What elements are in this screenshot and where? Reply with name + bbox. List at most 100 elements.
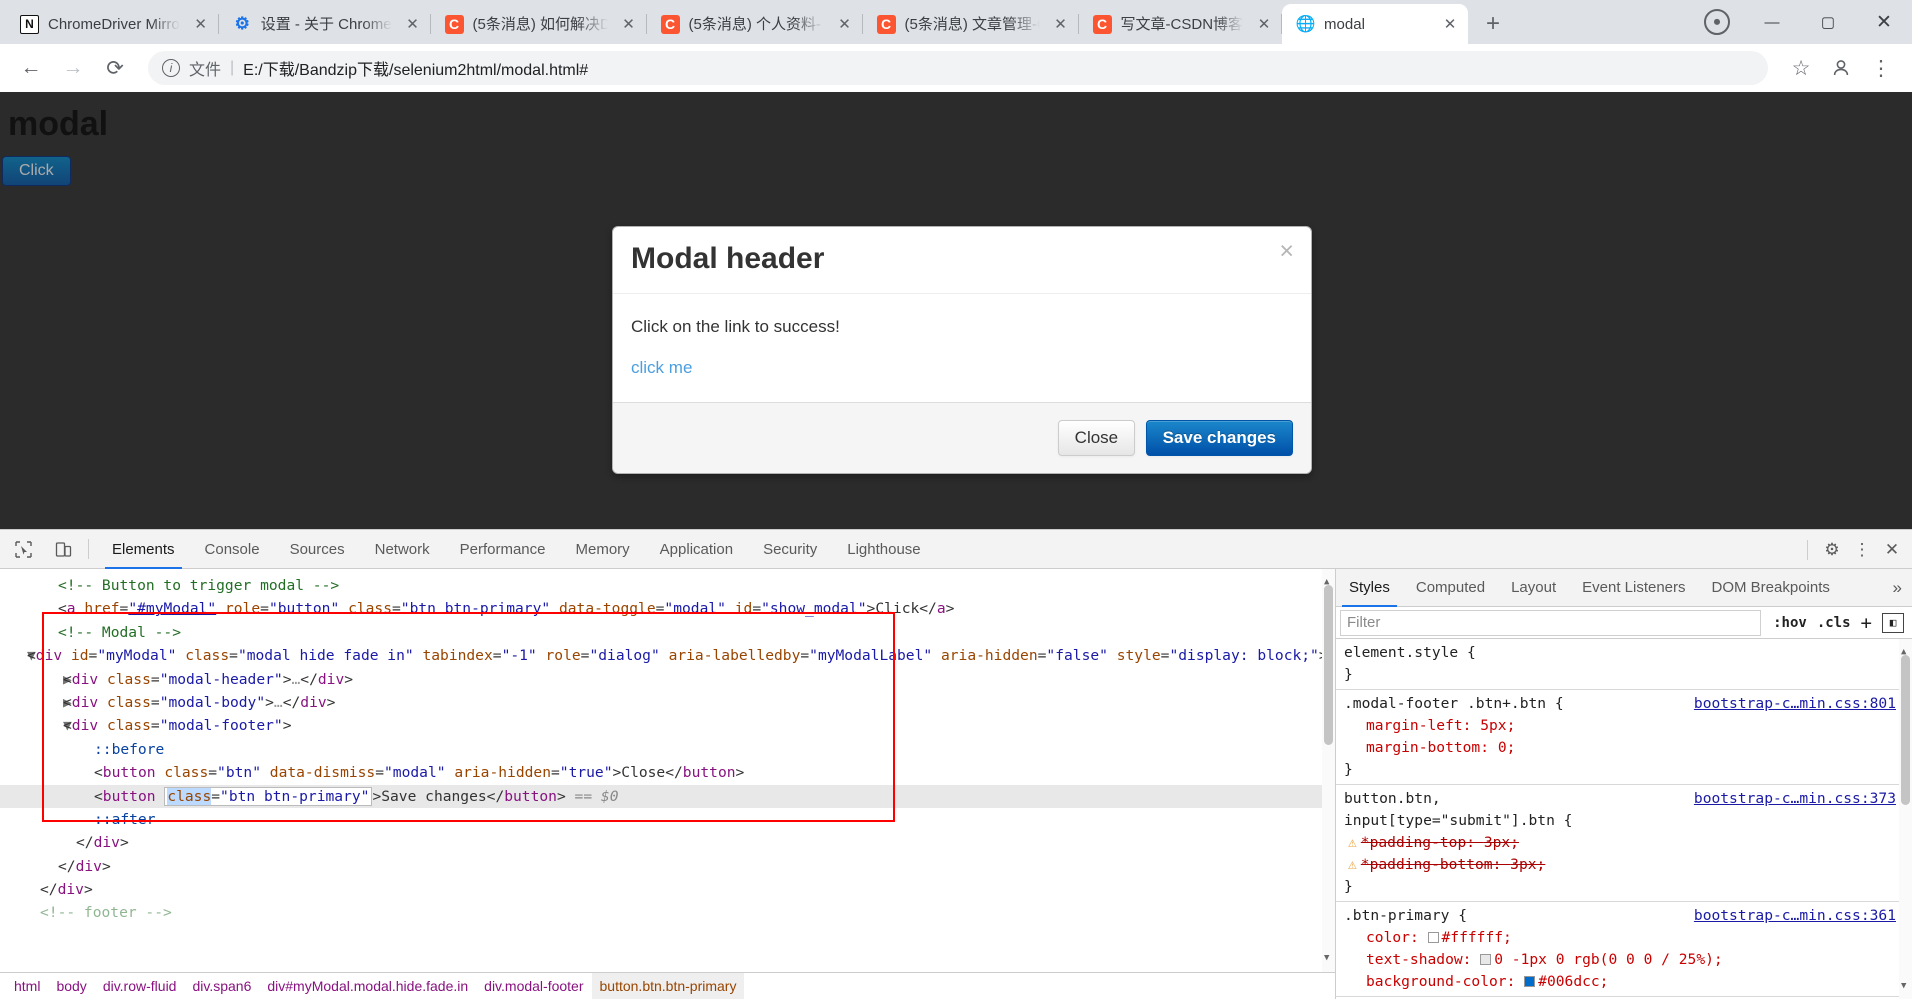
tab-styles[interactable]: Styles — [1336, 569, 1403, 607]
breadcrumb-item[interactable]: body — [48, 973, 94, 999]
style-declaration[interactable]: margin-left: 5px; — [1344, 715, 1912, 737]
tab-lighthouse[interactable]: Lighthouse — [832, 530, 935, 569]
save-changes-button[interactable]: Save changes — [1145, 420, 1293, 456]
click-me-link[interactable]: click me — [631, 358, 692, 378]
tab-dom-breakpoints[interactable]: DOM Breakpoints — [1699, 569, 1843, 607]
rule-source-link[interactable]: bootstrap-c…min.css:373 — [1694, 788, 1896, 810]
style-declaration[interactable]: margin-bottom: 0; — [1344, 737, 1912, 759]
prop-value[interactable]: 3px; — [1510, 856, 1545, 873]
dom-line[interactable]: ▼<div class="modal-footer"> — [0, 714, 1335, 737]
prop-name[interactable]: text-shadow — [1366, 951, 1463, 968]
dom-line-pseudo[interactable]: ::after — [0, 808, 1335, 831]
style-rule[interactable]: .btn-primary { bootstrap-c…min.css:361 c… — [1336, 902, 1912, 997]
forward-icon[interactable]: → — [54, 49, 92, 87]
style-declaration[interactable]: ⚠ *padding-top: 3px; — [1344, 832, 1912, 854]
tab-performance[interactable]: Performance — [445, 530, 561, 569]
dom-line-selected[interactable]: <button class="btn btn-primary" >Save cha… — [0, 784, 1335, 808]
dom-line-pseudo[interactable]: ::before — [0, 738, 1335, 761]
device-toolbar-icon[interactable] — [46, 532, 80, 566]
close-icon[interactable]: ✕ — [1049, 12, 1073, 36]
dom-line[interactable]: ▶<div class="modal-body">…</div> — [0, 691, 1335, 714]
close-icon[interactable]: × — [1279, 239, 1294, 264]
close-icon[interactable]: ✕ — [833, 12, 857, 36]
scroll-thumb[interactable] — [1324, 585, 1333, 745]
dom-line[interactable]: <!-- Button to trigger modal --> — [0, 574, 1335, 597]
tab-memory[interactable]: Memory — [561, 530, 645, 569]
dom-line[interactable]: </div> — [0, 878, 1335, 901]
prop-name[interactable]: *padding-top — [1361, 834, 1466, 851]
styles-scrollbar[interactable]: ▲ ▼ — [1899, 639, 1912, 999]
dom-scrollbar[interactable]: ▲ ▼ — [1322, 569, 1335, 972]
filter-input[interactable]: Filter — [1340, 609, 1762, 636]
color-swatch[interactable] — [1524, 976, 1536, 987]
prop-value[interactable]: 5px; — [1480, 717, 1515, 734]
avatar[interactable] — [1822, 49, 1860, 87]
browser-tab[interactable]: C (5条消息) 文章管理-C ✕ — [861, 4, 1079, 44]
style-declaration[interactable]: background-color: #006dcc; — [1344, 971, 1912, 993]
maximize-button[interactable]: ▢ — [1800, 0, 1856, 44]
prop-value[interactable]: 3px; — [1484, 834, 1519, 851]
prop-name[interactable]: margin-left — [1366, 717, 1463, 734]
dom-line[interactable]: <!-- footer --> — [0, 901, 1335, 924]
click-trigger-button[interactable]: Click — [2, 156, 71, 186]
rule-selector[interactable]: element.style { — [1344, 642, 1912, 664]
prop-value[interactable]: #006dcc; — [1538, 973, 1608, 990]
back-icon[interactable]: ← — [12, 49, 50, 87]
breadcrumb-item-active[interactable]: button.btn.btn-primary — [591, 972, 745, 999]
tab-elements[interactable]: Elements — [97, 530, 190, 569]
browser-tab[interactable]: ⚙ 设置 - 关于 Chrome ✕ — [217, 4, 431, 44]
dom-tree[interactable]: <!-- Button to trigger modal --> <a href… — [0, 569, 1335, 972]
prop-value[interactable]: 0 -1px 0 rgb(0 0 0 / 25%); — [1494, 951, 1722, 968]
minimize-button[interactable]: — — [1744, 0, 1800, 44]
breadcrumb-item[interactable]: div.modal-footer — [476, 973, 591, 999]
hov-toggle[interactable]: :hov — [1773, 615, 1807, 631]
bookmark-star-icon[interactable]: ☆ — [1782, 49, 1820, 87]
sidebar-toggle-icon[interactable]: ◧ — [1882, 612, 1904, 633]
class-attribute-editor[interactable]: class="btn btn-primary" — [164, 786, 373, 806]
style-rule[interactable]: button.btn, bootstrap-c…min.css:373 inpu… — [1336, 785, 1912, 902]
prop-name[interactable]: background-color — [1366, 973, 1507, 990]
cursor-inspect-icon[interactable] — [6, 532, 40, 566]
close-icon[interactable]: ✕ — [617, 12, 641, 36]
browser-tab[interactable]: C 写文章-CSDN博客 ✕ — [1077, 4, 1283, 44]
dom-line[interactable]: <a href="#myModal" role="button" class="… — [0, 597, 1335, 620]
tab-security[interactable]: Security — [748, 530, 832, 569]
browser-tab[interactable]: N ChromeDriver Mirro ✕ — [6, 4, 219, 44]
shadow-swatch[interactable] — [1480, 954, 1492, 965]
dom-line[interactable]: ▶<div class="modal-header">…</div> — [0, 668, 1335, 691]
scroll-thumb[interactable] — [1901, 655, 1910, 805]
scroll-down-arrow[interactable]: ▼ — [1901, 975, 1906, 997]
breadcrumb-item[interactable]: div.span6 — [184, 973, 259, 999]
close-icon[interactable]: ✕ — [1438, 12, 1462, 36]
breadcrumb-item[interactable]: html — [6, 973, 48, 999]
new-tab-button[interactable]: + — [1476, 7, 1510, 41]
prop-name[interactable]: *padding-bottom — [1361, 856, 1493, 873]
style-rule[interactable]: element.style { } — [1336, 639, 1912, 690]
browser-tab[interactable]: C (5条消息) 个人资料-↑ ✕ — [645, 4, 863, 44]
tab-layout[interactable]: Layout — [1498, 569, 1569, 607]
color-swatch[interactable] — [1427, 932, 1439, 943]
rule-source-link[interactable]: bootstrap-c…min.css:801 — [1694, 693, 1896, 715]
style-declaration[interactable]: text-shadow: 0 -1px 0 rgb(0 0 0 / 25%); — [1344, 949, 1912, 971]
prop-value[interactable]: 0; — [1498, 739, 1516, 756]
style-declaration[interactable]: color: #ffffff; — [1344, 927, 1912, 949]
close-icon[interactable]: ✕ — [401, 12, 425, 36]
address-bar[interactable]: i 文件 | E:/下载/Bandzip下载/selenium2html/mod… — [148, 51, 1768, 85]
page-info-icon[interactable]: i — [162, 59, 180, 77]
styles-rules-list[interactable]: element.style { } .modal-footer .btn+.bt… — [1336, 639, 1912, 999]
tab-console[interactable]: Console — [190, 530, 275, 569]
dom-line[interactable]: ▼<div id="myModal" class="modal hide fad… — [0, 644, 1335, 667]
tab-computed[interactable]: Computed — [1403, 569, 1498, 607]
browser-tab[interactable]: C (5条消息) 如何解决Di ✕ — [429, 4, 647, 44]
style-declaration[interactable]: ⚠ *padding-bottom: 3px; — [1344, 854, 1912, 876]
devtools-close-icon[interactable]: ✕ — [1878, 536, 1906, 564]
dom-line[interactable]: <!-- Modal --> — [0, 621, 1335, 644]
breadcrumb-item[interactable]: div#myModal.modal.hide.fade.in — [259, 973, 476, 999]
browser-tab-active[interactable]: 🌐 modal ✕ — [1281, 4, 1469, 44]
menu-icon[interactable]: ⋮ — [1862, 49, 1900, 87]
prop-name[interactable]: color — [1366, 929, 1410, 946]
breadcrumb-item[interactable]: div.row-fluid — [95, 973, 185, 999]
close-button[interactable]: Close — [1057, 420, 1136, 456]
rule-source-link[interactable]: bootstrap-c…min.css:361 — [1694, 905, 1896, 927]
scroll-down-arrow[interactable]: ▼ — [1324, 947, 1329, 970]
